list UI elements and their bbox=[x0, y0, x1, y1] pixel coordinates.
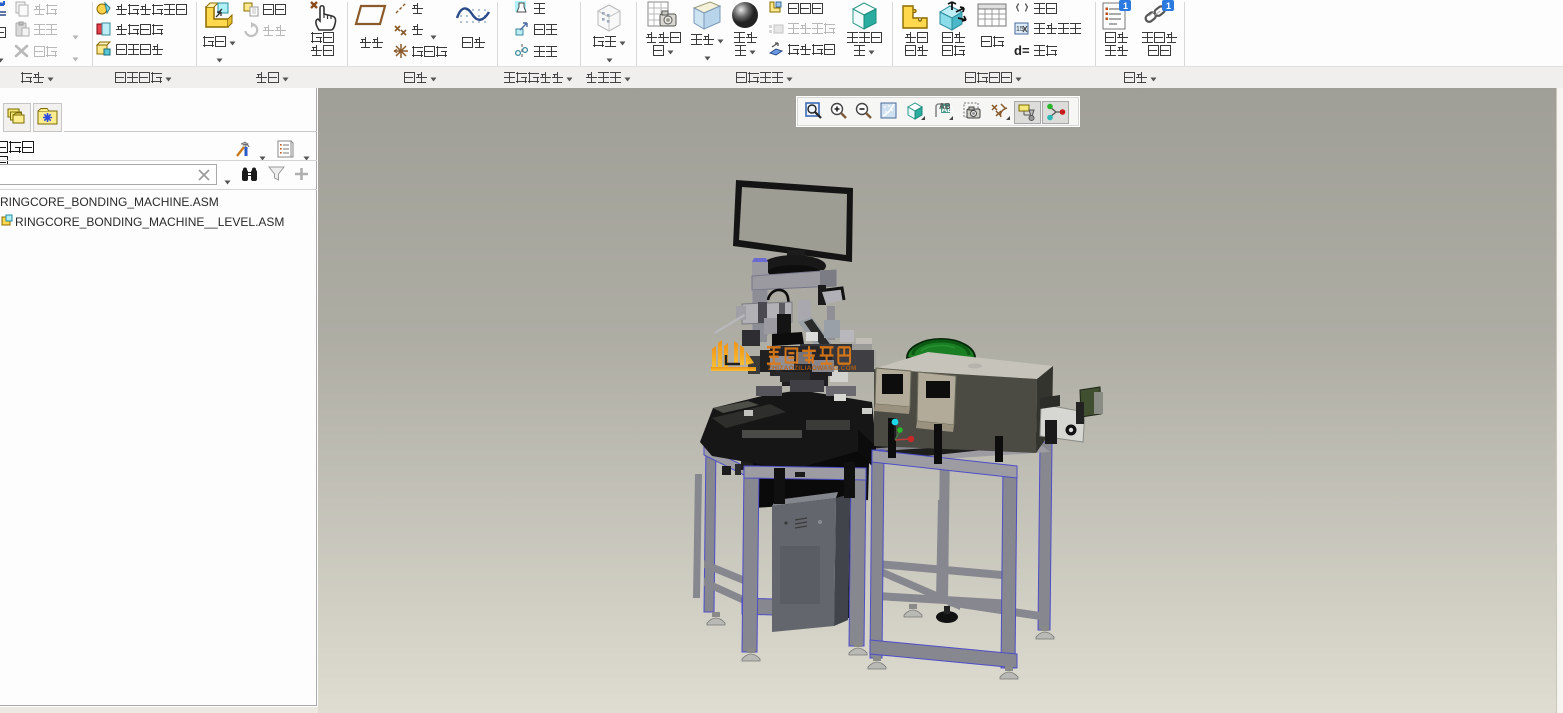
svg-text:AB: AB bbox=[939, 102, 951, 111]
